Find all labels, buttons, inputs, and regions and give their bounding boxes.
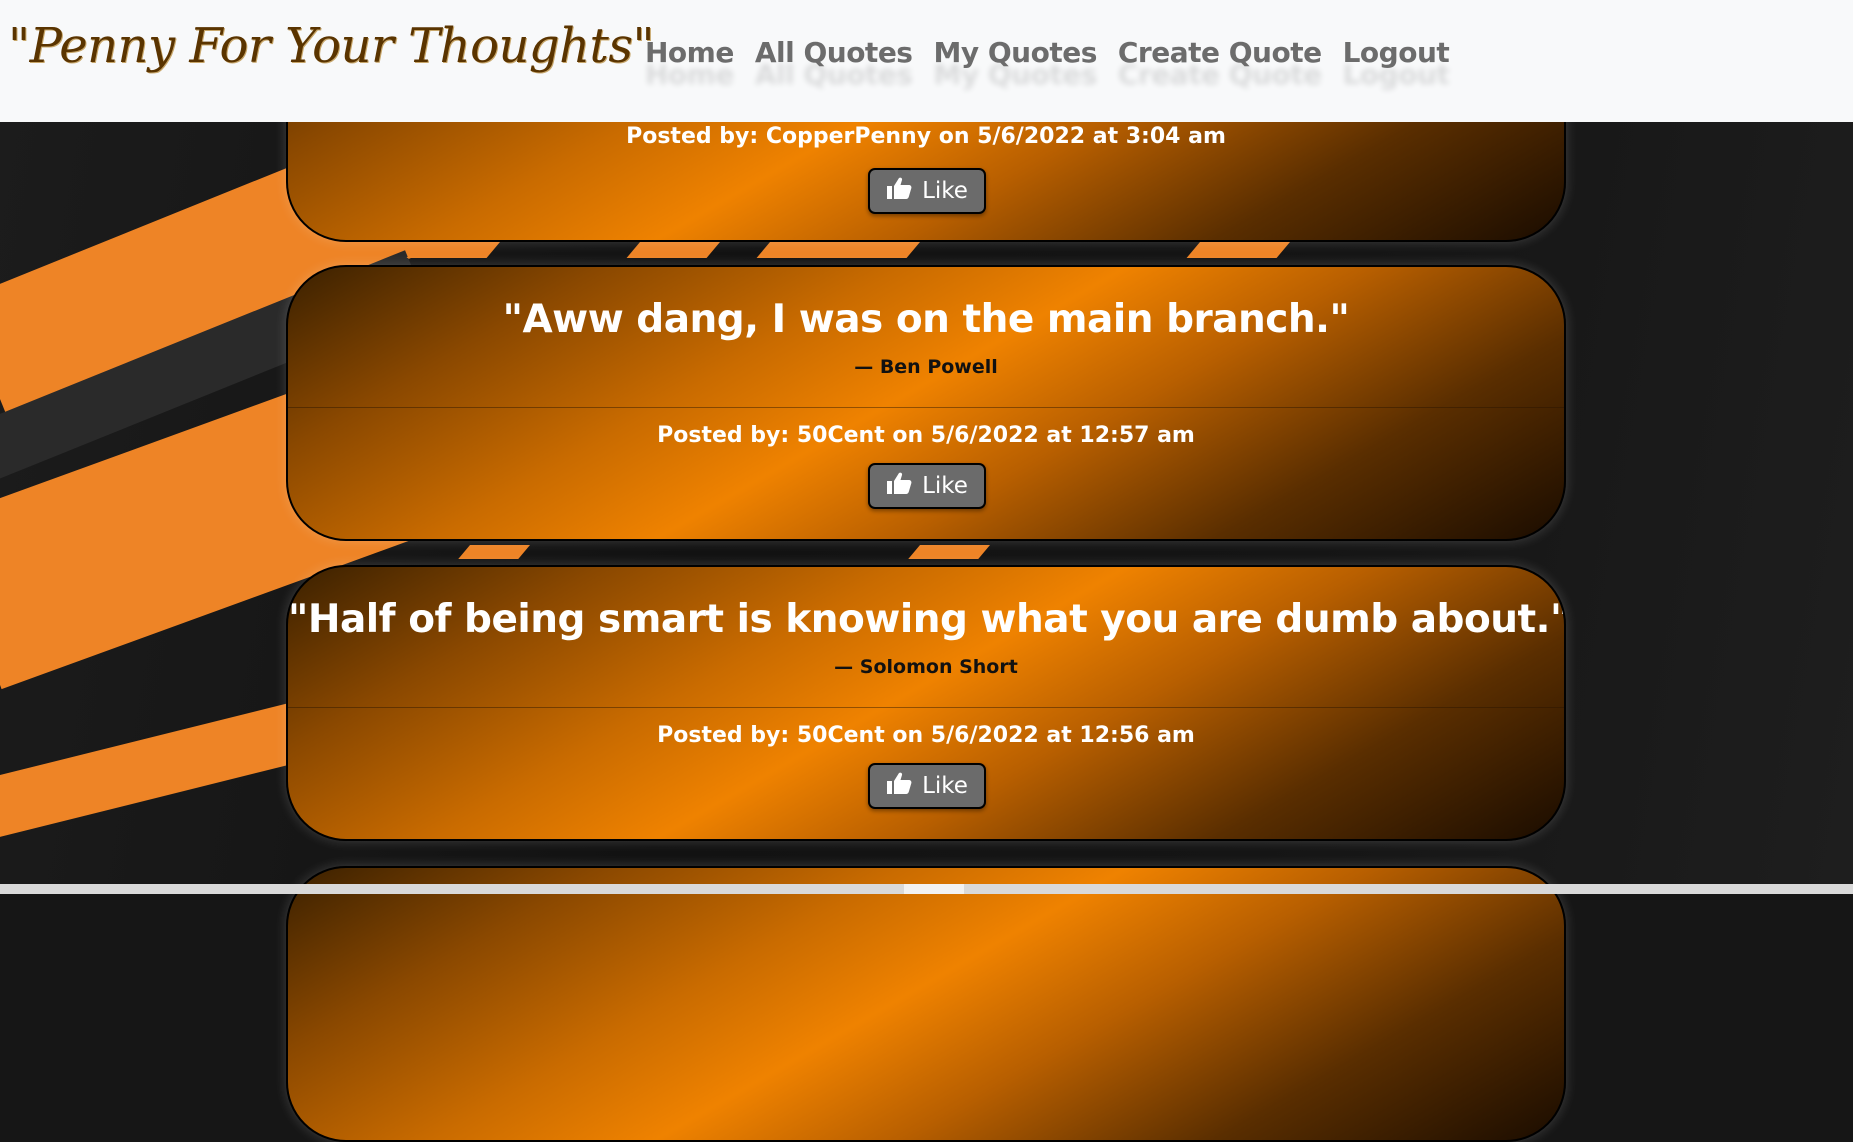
like-button[interactable]: Like <box>868 168 986 214</box>
like-button[interactable]: Like <box>868 763 986 809</box>
scrollbar-thumb[interactable] <box>904 884 964 894</box>
navbar: "Penny For Your Thoughts" Home All Quote… <box>0 0 1853 122</box>
posted-by: Posted by: CopperPenny on 5/6/2022 at 3:… <box>626 124 1226 149</box>
nav-all-quotes[interactable]: All Quotes <box>755 36 913 69</box>
quote-author: — Ben Powell <box>854 356 998 378</box>
quote-text: "Aww dang, I was on the main branch." <box>502 297 1350 342</box>
posted-by: Posted by: 50Cent on 5/6/2022 at 12:57 a… <box>657 423 1195 448</box>
like-label: Like <box>922 473 968 499</box>
like-label: Like <box>922 773 968 799</box>
posted-by: Posted by: 50Cent on 5/6/2022 at 12:56 a… <box>657 723 1195 748</box>
horizontal-scrollbar[interactable] <box>0 884 1853 894</box>
quote-card <box>286 866 1566 1142</box>
nav-my-quotes[interactable]: My Quotes <box>933 36 1097 69</box>
thumbs-up-icon <box>886 771 912 801</box>
nav-logout[interactable]: Logout <box>1343 36 1450 69</box>
thumbs-up-icon <box>886 176 912 206</box>
quote-author: — Solomon Short <box>834 656 1018 678</box>
nav-links: Home All Quotes My Quotes Create Quote L… <box>645 36 1450 69</box>
card-divider <box>288 707 1564 708</box>
card-divider <box>288 407 1564 408</box>
like-button[interactable]: Like <box>868 463 986 509</box>
quote-card: "Aww dang, I was on the main branch." — … <box>286 265 1566 541</box>
quote-card: "Half of being smart is knowing what you… <box>286 565 1566 841</box>
nav-create-quote[interactable]: Create Quote <box>1118 36 1322 69</box>
quote-feed: Posted by: CopperPenny on 5/6/2022 at 3:… <box>0 0 1853 1142</box>
nav-home[interactable]: Home <box>645 36 734 69</box>
brand-logo[interactable]: "Penny For Your Thoughts" <box>8 18 655 74</box>
quote-text: "Half of being smart is knowing what you… <box>288 597 1566 642</box>
thumbs-up-icon <box>886 471 912 501</box>
like-label: Like <box>922 178 968 204</box>
